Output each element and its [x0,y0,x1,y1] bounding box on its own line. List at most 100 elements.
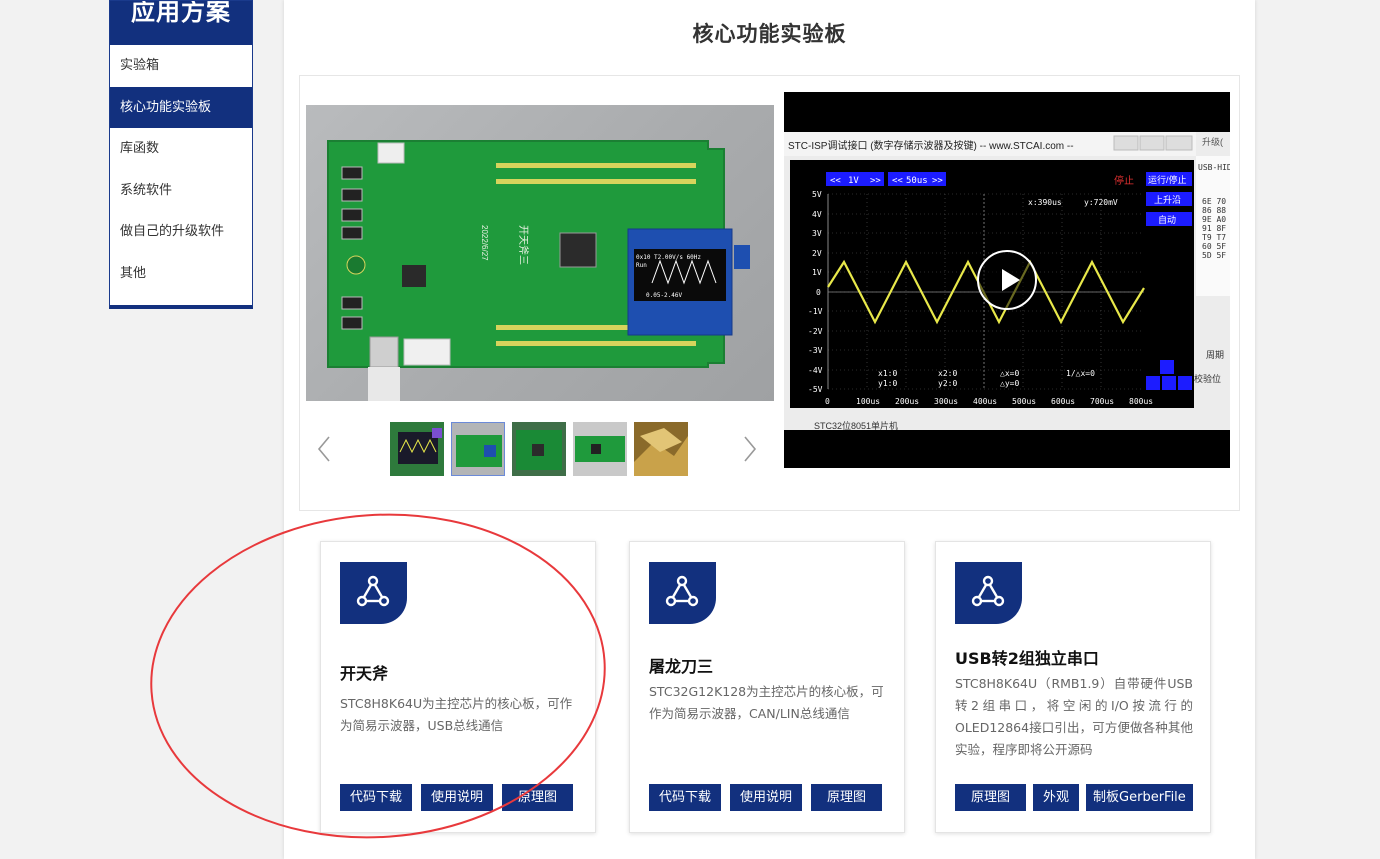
card-title: 开天斧 [340,664,389,683]
sidebar: 应用方案 实验箱 核心功能实验板 库函数 系统软件 做自己的升级软件 其他 [109,0,253,309]
product-card-1: 开天斧 STC8H8K64U为主控芯片的核心板，可作为简易示波器，USB总线通信… [320,541,596,833]
share-network-icon [955,562,1022,624]
video-bottom-label: STC32位8051单片机 [814,420,898,431]
pcb-silk-text: 开天斧三 [517,225,529,265]
card-description: STC32G12K128为主控芯片的核心板，可作为简易示波器，CAN/LIN总线… [649,684,884,721]
sidebar-item-upgrade-software[interactable]: 做自己的升级软件 [110,211,252,253]
scope-auto: 自动 [1158,214,1176,225]
user-guide-button[interactable]: 使用说明 [421,784,494,811]
card-description: STC8H8K64U（RMB1.9）自带硬件USB转2组串口，将空闲的I/O按流… [955,676,1193,757]
scope-y-tick: 5V [812,190,822,199]
card-title: USB转2组独立串口 [955,649,1099,668]
svg-text:>>: >> [870,176,881,186]
pcb-illustration: 开天斧三 2022/6/27 0x10 T2.00V/s 60Hz Run 0.… [327,140,750,401]
product-card-2: 屠龙刀三 STC32G12K128为主控芯片的核心板，可作为简易示波器，CAN/… [629,541,905,833]
hex-line: 60 5F [1202,242,1226,251]
scope-time-div: 50us [906,176,928,186]
oled-line-2: Run [636,262,647,269]
oled-line-3: 0.05-2.46V [646,292,683,299]
product-photo[interactable]: 开天斧三 2022/6/27 0x10 T2.00V/s 60Hz Run 0.… [306,105,774,401]
hex-line: 86 88 [1202,206,1226,215]
scope-x-tick: 200us [895,397,919,406]
scope-readout-y1: y1:0 [878,379,897,388]
sidebar-item-library[interactable]: 库函数 [110,128,252,170]
svg-text:<<: << [830,176,841,186]
scope-readout-y2: y2:0 [938,379,957,388]
scope-x-tick: 0 [825,397,830,406]
scope-y-tick: 0 [816,288,821,297]
schematic-button[interactable]: 原理图 [955,784,1027,811]
card-title: 屠龙刀三 [649,657,714,676]
scope-x-tick: 700us [1090,397,1114,406]
main-panel: 核心功能实验板 开天斧三 2022/6/27 0x10 T2.00V/s 60H… [284,0,1255,859]
scope-x-tick: 600us [1051,397,1075,406]
pcb-date-text: 2022/6/27 [480,225,489,261]
video-checksum-label: 校验位 [1194,373,1221,384]
scope-cursor-x: x:390us [1028,198,1062,207]
thumbnail-4[interactable] [573,422,627,476]
gerber-file-button[interactable]: 制板GerberFile [1086,784,1193,811]
scope-x-tick: 300us [934,397,958,406]
schematic-button[interactable]: 原理图 [502,784,574,811]
scope-y-tick: 1V [812,268,822,277]
svg-text:<<: << [892,176,903,186]
scope-readout-inv: 1/△x=0 [1066,369,1095,378]
scope-readout-x1: x1:0 [878,369,897,378]
scope-volt-div: 1V [848,176,859,186]
play-icon[interactable] [977,250,1037,310]
video-period-label: 周期 [1206,350,1224,360]
scope-x-tick: 100us [856,397,880,406]
schematic-button[interactable]: 原理图 [811,784,883,811]
scope-y-tick: -1V [808,307,823,316]
thumb-prev-arrow-icon[interactable] [314,431,334,467]
code-download-button[interactable]: 代码下载 [340,784,413,811]
thumb-next-arrow-icon[interactable] [740,431,760,467]
hex-line: 6E 70 [1202,197,1226,206]
sidebar-heading: 应用方案 [110,1,252,45]
scope-x-tick: 800us [1129,397,1153,406]
scope-readout-dy: △y=0 [1000,379,1019,388]
video-usb-label: USB-HID [1198,163,1230,172]
scope-y-tick: -4V [808,366,823,375]
scope-stop-label: 停止 [1114,174,1134,187]
share-network-icon [340,562,407,624]
code-download-button[interactable]: 代码下载 [649,784,722,811]
sidebar-item-system-software[interactable]: 系统软件 [110,170,252,212]
oled-line-1: 0x10 T2.00V/s 60Hz [636,254,701,261]
appearance-button[interactable]: 外观 [1033,784,1080,811]
video-window-title: STC-ISP调试接口 (数字存储示波器及按键) -- www.STCAI.co… [788,139,1074,152]
sidebar-item-experiment-box[interactable]: 实验箱 [110,45,252,87]
video-upgrade-tab: 升级( [1202,136,1223,147]
sidebar-item-other[interactable]: 其他 [110,253,252,295]
scope-readout-dx: △x=0 [1000,369,1019,378]
page-title: 核心功能实验板 [692,22,847,46]
share-network-icon [649,562,716,624]
scope-cursor-y: y:720mV [1084,198,1118,207]
scope-y-tick: 3V [812,229,822,238]
scope-x-tick: 500us [1012,397,1036,406]
scope-y-tick: 2V [812,249,822,258]
product-gallery: 开天斧三 2022/6/27 0x10 T2.00V/s 60Hz Run 0.… [299,75,1240,511]
hex-line: T9 T7 [1202,233,1226,242]
scope-run-stop: 运行/停止 [1148,174,1187,185]
thumbnail-5[interactable] [634,422,688,476]
hex-line: 5D 5F [1202,251,1226,260]
scope-y-tick: 4V [812,210,822,219]
video-player[interactable]: STC-ISP调试接口 (数字存储示波器及按键) -- www.STCAI.co… [784,92,1230,468]
thumbnail-3[interactable] [512,422,566,476]
scope-y-tick: -5V [808,385,823,394]
scope-y-tick: -3V [808,346,823,355]
scope-y-tick: -2V [808,327,823,336]
scope-rising-edge: 上升沿 [1154,195,1181,205]
scope-x-tick: 400us [973,397,997,406]
thumbnail-2[interactable] [451,422,505,476]
thumbnail-1[interactable] [390,422,444,476]
hex-line: 91 8F [1202,224,1226,233]
hex-line: 9E A0 [1202,215,1226,224]
scope-readout-x2: x2:0 [938,369,957,378]
svg-text:>>: >> [932,176,943,186]
card-description: STC8H8K64U为主控芯片的核心板，可作为简易示波器，USB总线通信 [340,696,573,733]
sidebar-item-core-board[interactable]: 核心功能实验板 [110,86,252,128]
product-card-3: USB转2组独立串口 STC8H8K64U（RMB1.9）自带硬件USB转2组串… [935,541,1211,833]
user-guide-button[interactable]: 使用说明 [730,784,803,811]
